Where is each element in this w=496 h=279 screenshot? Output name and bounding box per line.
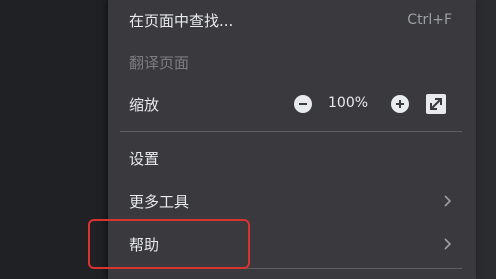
fullscreen-icon — [426, 94, 446, 114]
chevron-right-icon — [444, 238, 452, 250]
fullscreen-button[interactable] — [422, 91, 450, 117]
menu-item-translate-page: 翻译页面 — [108, 42, 476, 82]
menu-item-label: 翻译页面 — [129, 53, 190, 72]
menu-item-label: 设置 — [129, 149, 160, 168]
zoom-out-button[interactable] — [294, 95, 312, 113]
annotation-highlight-box — [88, 219, 250, 269]
chevron-right-icon — [444, 195, 452, 207]
window-edge — [476, 0, 496, 279]
menu-item-find-in-page[interactable]: 在页面中查找... Ctrl+F — [108, 0, 476, 40]
shortcut-label: Ctrl+F — [407, 12, 452, 28]
plus-circle-icon — [396, 100, 404, 108]
minus-circle-icon — [299, 103, 307, 105]
menu-divider — [120, 131, 462, 132]
menu-item-zoom: 缩放 100% — [108, 84, 476, 124]
zoom-in-button[interactable] — [391, 95, 409, 113]
menu-item-more-tools[interactable]: 更多工具 — [108, 181, 476, 221]
menu-item-label: 更多工具 — [129, 192, 190, 211]
zoom-level: 100% — [328, 95, 369, 111]
menu-item-settings[interactable]: 设置 — [108, 138, 476, 178]
zoom-label: 缩放 — [129, 96, 160, 114]
menu-item-label: 在页面中查找... — [129, 11, 234, 30]
